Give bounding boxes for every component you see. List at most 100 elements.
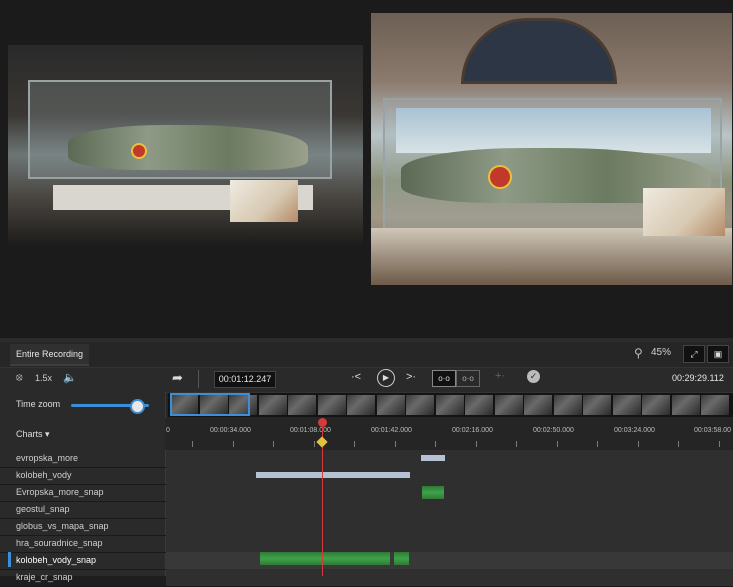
gaze-marker bbox=[131, 143, 147, 159]
track-lane[interactable] bbox=[166, 450, 733, 467]
track-name: globus_vs_mapa_snap bbox=[16, 521, 109, 531]
ruler-label: 00:03:58.00 bbox=[694, 427, 731, 434]
thumbnail[interactable] bbox=[553, 395, 583, 415]
track-name: kolobeh_vody_snap bbox=[16, 555, 97, 565]
thumbnail[interactable] bbox=[701, 395, 730, 415]
thumbnail[interactable] bbox=[583, 395, 612, 415]
track-lane[interactable] bbox=[166, 518, 733, 535]
search-icon: ⚲ bbox=[634, 346, 643, 360]
track-name: kraje_cr_snap bbox=[16, 572, 73, 582]
speedometer-icon[interactable]: ⦻ bbox=[16, 372, 23, 383]
thumbnail[interactable] bbox=[671, 395, 701, 415]
thumbnail[interactable] bbox=[317, 395, 347, 415]
ruler-tick bbox=[718, 441, 720, 447]
track-name: evropska_more bbox=[16, 453, 79, 463]
total-duration: 00:29:29.112 bbox=[672, 373, 724, 383]
ruler-tick bbox=[354, 441, 355, 447]
fullscreen-icon: ▣ bbox=[713, 349, 723, 359]
ruler-tick bbox=[192, 441, 193, 447]
track-lane[interactable] bbox=[166, 484, 733, 501]
playback-toolbar bbox=[0, 367, 733, 393]
ruler-tick bbox=[232, 441, 234, 447]
track-lane[interactable] bbox=[166, 501, 733, 518]
playhead-handle[interactable] bbox=[318, 418, 327, 427]
thumbnail[interactable] bbox=[376, 395, 406, 415]
track-row[interactable]: geostul_snap bbox=[0, 501, 733, 519]
track-row[interactable]: globus_vs_mapa_snap bbox=[0, 518, 733, 536]
ruler-tick bbox=[435, 441, 436, 447]
thumbnail[interactable] bbox=[435, 395, 465, 415]
gaze-marker bbox=[488, 165, 512, 189]
ruler-tick bbox=[637, 441, 639, 447]
ruler-tick bbox=[394, 441, 396, 447]
info-card bbox=[643, 188, 725, 236]
ruler-label: 00:00:34.000 bbox=[210, 427, 251, 434]
confirm-icon[interactable]: ✓ bbox=[527, 370, 540, 383]
share-icon[interactable]: ➦ bbox=[172, 370, 183, 386]
track-lane[interactable] bbox=[166, 569, 733, 586]
track-lane[interactable] bbox=[166, 535, 733, 552]
ruler-label: 00:02:50.000 bbox=[533, 427, 574, 434]
track-name: kolobeh_vody bbox=[16, 470, 72, 480]
thumbnail-selection[interactable] bbox=[170, 393, 250, 416]
ruler-tick bbox=[556, 441, 558, 447]
add-event-icon[interactable]: +· bbox=[495, 370, 505, 382]
ruler-tick bbox=[678, 441, 679, 447]
track-name: geostul_snap bbox=[16, 504, 70, 514]
time-zoom-label: Time zoom bbox=[16, 399, 61, 409]
playback-speed[interactable]: 1.5x bbox=[35, 373, 52, 383]
track-lane[interactable] bbox=[166, 467, 733, 484]
snap-clip[interactable] bbox=[394, 552, 409, 565]
fullscreen-button[interactable]: ▣ bbox=[707, 345, 729, 363]
ruler-label: 00:01:42.000 bbox=[371, 427, 412, 434]
ruler-tick bbox=[597, 441, 598, 447]
mark-out-button[interactable]: o·o bbox=[456, 370, 480, 387]
toolbar-divider bbox=[198, 370, 199, 388]
video-frame-scene-camera[interactable] bbox=[8, 45, 363, 245]
thumbnail[interactable] bbox=[258, 395, 288, 415]
track-lane[interactable] bbox=[166, 552, 733, 569]
thumbnail[interactable] bbox=[465, 395, 494, 415]
track-row[interactable]: Evropska_more_snap bbox=[0, 484, 733, 502]
thumbnail[interactable] bbox=[612, 395, 642, 415]
time-ruler[interactable] bbox=[165, 418, 733, 451]
selected-row-indicator bbox=[8, 552, 11, 567]
ruler-label: 00:02:16.000 bbox=[452, 427, 493, 434]
ruler-label: 0 bbox=[166, 427, 170, 434]
event-clip[interactable] bbox=[421, 455, 445, 461]
landscape-model bbox=[68, 125, 308, 170]
thumbnail[interactable] bbox=[642, 395, 671, 415]
thumbnail[interactable] bbox=[406, 395, 435, 415]
fit-view-button[interactable]: ⤢ bbox=[683, 345, 705, 363]
window bbox=[461, 18, 617, 84]
track-row[interactable]: kraje_cr_snap bbox=[0, 569, 733, 587]
video-frame-reference[interactable] bbox=[371, 13, 732, 285]
ruler-label: 00:01:08.000 bbox=[290, 427, 331, 434]
volume-icon[interactable]: 🔈 bbox=[63, 371, 77, 384]
charts-dropdown[interactable]: Charts ▾ bbox=[16, 429, 50, 440]
ruler-tick bbox=[516, 441, 517, 447]
zoom-level[interactable]: 45% bbox=[651, 347, 671, 358]
thumbnail[interactable] bbox=[494, 395, 524, 415]
painted-sky-backdrop bbox=[396, 108, 711, 153]
current-time-field[interactable]: 00:01:12.247 bbox=[214, 371, 276, 388]
previous-frame-icon[interactable]: ·< bbox=[351, 371, 361, 383]
track-row[interactable]: evropska_more bbox=[0, 450, 733, 468]
track-name: hra_souradnice_snap bbox=[16, 538, 103, 548]
snap-clip[interactable] bbox=[422, 486, 444, 499]
track-row[interactable]: hra_souradnice_snap bbox=[0, 535, 733, 553]
expand-icon: ⤢ bbox=[690, 349, 698, 359]
mark-in-button[interactable]: o·o bbox=[432, 370, 456, 387]
tab-entire-recording[interactable]: Entire Recording bbox=[10, 344, 90, 366]
track-name: Evropska_more_snap bbox=[16, 487, 104, 497]
case-base bbox=[371, 228, 732, 285]
ruler-label: 00:03:24.000 bbox=[614, 427, 655, 434]
next-frame-icon[interactable]: >· bbox=[406, 371, 416, 383]
thumbnail[interactable] bbox=[288, 395, 317, 415]
event-clip[interactable] bbox=[256, 472, 410, 478]
play-icon[interactable]: ▶ bbox=[377, 369, 395, 387]
snap-clip[interactable] bbox=[260, 552, 390, 565]
thumbnail[interactable] bbox=[347, 395, 376, 415]
info-card bbox=[230, 180, 298, 222]
thumbnail[interactable] bbox=[524, 395, 553, 415]
